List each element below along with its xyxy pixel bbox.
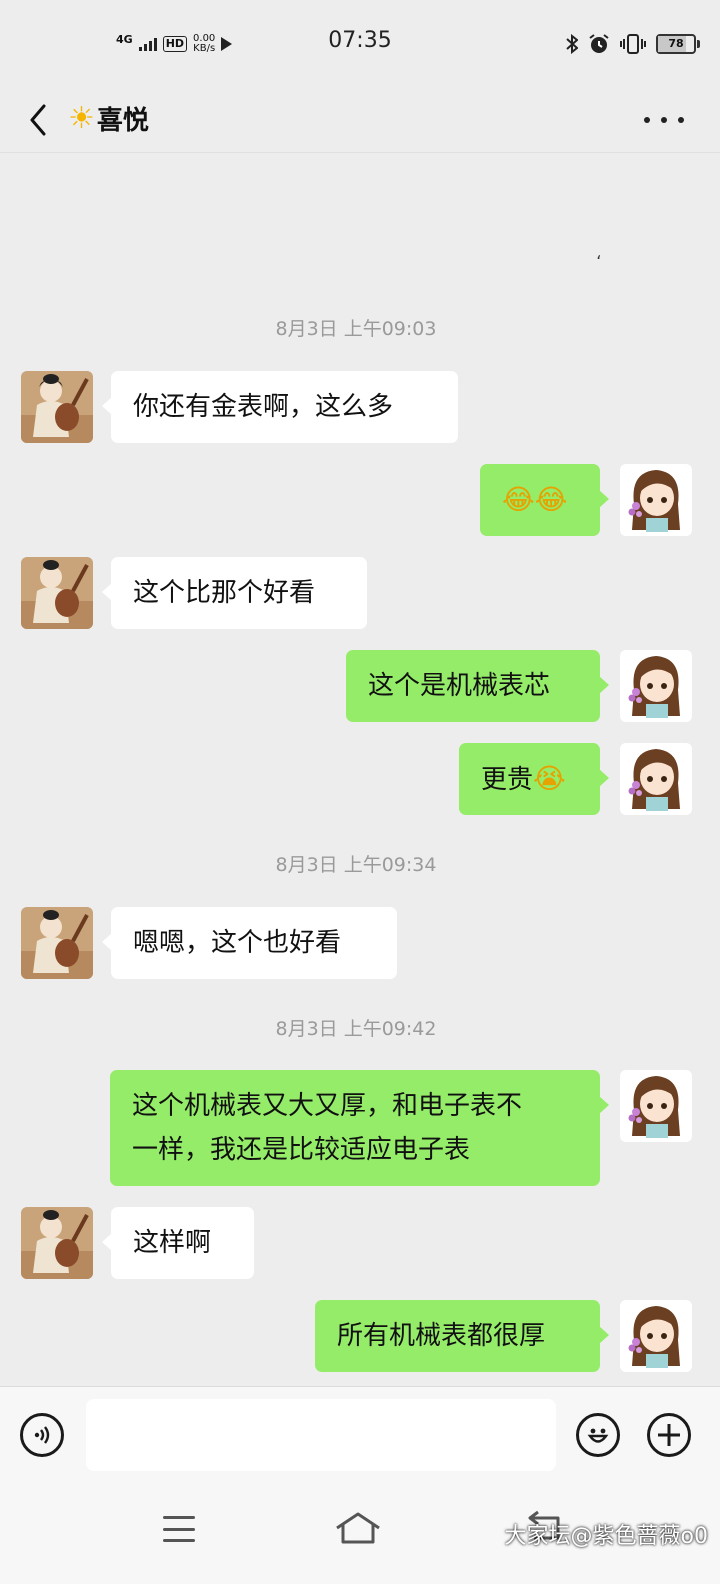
sun-emoji-icon: ☀: [68, 100, 95, 136]
battery-level: 78: [668, 37, 684, 50]
message-bubble-incoming[interactable]: 嗯嗯，这个也好看: [102, 907, 397, 979]
message-text-line: 这个机械表又大又厚，和电子表不: [132, 1091, 523, 1121]
system-navigation-bar: 大家坛@紫色蔷薇o0: [0, 1488, 720, 1584]
message-text: 这样啊: [133, 1228, 212, 1258]
message-bubble-outgoing[interactable]: 更贵😭: [459, 743, 609, 815]
my-avatar[interactable]: [620, 464, 692, 536]
painting-avatar-icon: [21, 371, 93, 443]
input-bar: [0, 1386, 720, 1489]
timestamp: 8月3日 上午09:42: [275, 1018, 437, 1040]
my-avatar[interactable]: [620, 1300, 692, 1372]
timestamp: 8月3日 上午09:34: [275, 854, 437, 876]
message-text: 这个是机械表芯: [368, 671, 551, 701]
battery-icon: 78: [656, 34, 700, 54]
painting-avatar-icon: [21, 557, 93, 629]
message-bubble-incoming[interactable]: 这个比那个好看: [102, 557, 367, 629]
message-text: 这个比那个好看: [133, 578, 316, 608]
my-avatar[interactable]: [620, 743, 692, 815]
menu-icon[interactable]: [163, 1516, 195, 1542]
vibrate-icon: [620, 34, 646, 54]
smiley-icon: [587, 1428, 609, 1443]
status-bar: 4G HD 0.00 KB/s 07:35 78: [0, 0, 720, 88]
alarm-icon: [589, 34, 609, 53]
girl-avatar-icon: [620, 650, 692, 722]
contact-name: 喜悦: [96, 106, 149, 136]
bluetooth-icon: [566, 34, 578, 54]
girl-avatar-icon: [620, 1070, 692, 1142]
message-bubble-outgoing[interactable]: 这个机械表又大又厚，和电子表不 一样，我还是比较适应电子表: [110, 1070, 609, 1186]
message-text-line: 一样，我还是比较适应电子表: [132, 1135, 471, 1165]
emoji-button[interactable]: [576, 1413, 620, 1457]
more-dot-icon: [661, 117, 667, 123]
painting-avatar-icon: [21, 1207, 93, 1279]
girl-avatar-icon: [620, 743, 692, 815]
girl-avatar-icon: [620, 464, 692, 536]
message-bubble-outgoing[interactable]: 所有机械表都很厚: [315, 1300, 609, 1372]
message-bubble-outgoing[interactable]: 这个是机械表芯: [346, 650, 609, 722]
timestamp: 8月3日 上午09:03: [275, 318, 437, 340]
contact-avatar[interactable]: [21, 557, 93, 629]
contact-avatar[interactable]: [21, 1207, 93, 1279]
message-text: 所有机械表都很厚: [337, 1321, 546, 1351]
back-button[interactable]: [24, 100, 60, 140]
tears-of-joy-emoji-icon: 😂😂: [502, 483, 568, 516]
my-avatar[interactable]: [620, 650, 692, 722]
message-text: 更贵: [481, 765, 534, 795]
plus-icon: [658, 1424, 680, 1446]
my-avatar[interactable]: [620, 1070, 692, 1142]
message-input[interactable]: [86, 1399, 556, 1471]
message-text: 你还有金表啊，这么多: [133, 392, 394, 422]
watermark: 大家坛@紫色蔷薇o0: [504, 1524, 708, 1549]
home-icon[interactable]: [334, 1510, 382, 1546]
chevron-left-icon: [30, 104, 46, 136]
more-dot-icon: [678, 117, 684, 123]
stray-mark: ،: [596, 244, 602, 263]
contact-avatar[interactable]: [21, 907, 93, 979]
chat-title: ☀ 喜悦: [68, 100, 149, 137]
painting-avatar-icon: [21, 907, 93, 979]
message-bubble-outgoing[interactable]: 😂😂: [480, 464, 609, 536]
voice-input-button[interactable]: [20, 1413, 64, 1457]
more-functions-button[interactable]: [647, 1413, 691, 1457]
message-text: 嗯嗯，这个也好看: [133, 928, 342, 958]
more-options-button[interactable]: [644, 102, 684, 138]
more-dot-icon: [644, 117, 650, 123]
girl-avatar-icon: [620, 1300, 692, 1372]
chat-header: ☀ 喜悦: [0, 88, 720, 153]
voice-icon: [34, 1426, 50, 1444]
message-bubble-incoming[interactable]: 你还有金表啊，这么多: [102, 371, 458, 443]
status-right-icons: 78: [566, 32, 700, 56]
loudly-crying-emoji-icon: 😭: [533, 762, 566, 795]
contact-avatar[interactable]: [21, 371, 93, 443]
message-bubble-incoming[interactable]: 这样啊: [102, 1207, 254, 1279]
